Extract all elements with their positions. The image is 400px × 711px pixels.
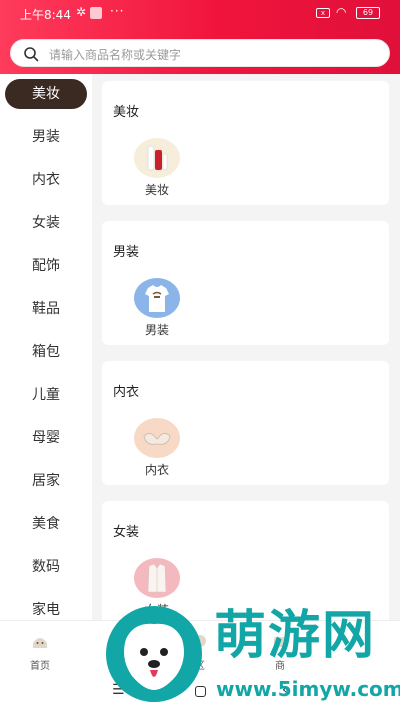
section-title: 男装	[113, 245, 140, 260]
category-item-label[interactable]: 美妆	[122, 181, 192, 198]
status-time: 上午8:44	[20, 8, 71, 22]
section-title: 女装	[113, 525, 140, 540]
bluetooth-icon: ✲	[76, 5, 87, 19]
watermark-title: 萌游网	[214, 606, 377, 666]
sidebar-item-home[interactable]: 居家	[0, 466, 92, 496]
cosmetics-thumbnail[interactable]	[134, 138, 180, 178]
sidebar-item-womenswear[interactable]: 女装	[0, 208, 92, 238]
search-icon	[24, 47, 39, 62]
sidebar-item-menswear[interactable]: 男装	[0, 122, 92, 152]
category-item-label[interactable]: 男装	[122, 321, 192, 338]
underwear-thumbnail[interactable]	[134, 418, 180, 458]
notification-icon	[90, 7, 102, 19]
sim-icon: x	[316, 8, 330, 18]
sidebar-item-bags[interactable]: 箱包	[0, 337, 92, 367]
tab-home-label: 首页	[30, 661, 50, 672]
sidebar-item-underwear[interactable]: 内衣	[0, 165, 92, 195]
wifi-icon: ◠	[336, 5, 347, 19]
menswear-thumbnail[interactable]	[134, 278, 180, 318]
section-card-menswear: 男装 男装	[102, 221, 389, 345]
watermark-dog-logo	[106, 606, 202, 702]
sidebar-item-accessories[interactable]: 配饰	[0, 251, 92, 281]
sidebar-item-cosmetics[interactable]: 美妆	[5, 79, 87, 109]
search-input[interactable]: 请输入商品名称或关键字	[10, 39, 390, 67]
section-card-underwear: 内衣 内衣	[102, 361, 389, 485]
tab-home[interactable]: 首页	[0, 625, 80, 673]
section-title: 美妆	[113, 105, 140, 120]
status-bar: 上午8:44 ✲ ··· x ◠ 69	[0, 0, 400, 28]
sidebar-item-shoes[interactable]: 鞋品	[0, 294, 92, 324]
sidebar-item-baby[interactable]: 母婴	[0, 423, 92, 453]
section-card-cosmetics: 美妆 美妆	[102, 81, 389, 205]
sidebar-item-kids[interactable]: 儿童	[0, 380, 92, 410]
watermark-url: www.5imyw.com	[216, 677, 400, 701]
search-placeholder: 请输入商品名称或关键字	[49, 48, 182, 62]
sidebar-item-appliances[interactable]: 家电	[0, 595, 92, 620]
womenswear-thumbnail[interactable]	[134, 558, 180, 598]
section-title: 内衣	[113, 385, 140, 400]
more-notifications-icon: ···	[110, 4, 125, 18]
sidebar-item-digital[interactable]: 数码	[0, 552, 92, 582]
category-content: 美妆 美妆 男装 男装 内衣 内衣 女装	[92, 74, 400, 620]
sidebar-item-food[interactable]: 美食	[0, 509, 92, 539]
top-header: 上午8:44 ✲ ··· x ◠ 69 请输入商品名称或关键字	[0, 0, 400, 74]
battery-icon: 69	[356, 7, 380, 19]
section-card-womenswear: 女装 女装	[102, 501, 389, 620]
category-sidebar: 美妆 男装 内衣 女装 配饰 鞋品 箱包 儿童 母婴 居家 美食 数码 家电	[0, 74, 92, 620]
home-icon	[33, 638, 47, 648]
category-item-label[interactable]: 内衣	[122, 461, 192, 478]
